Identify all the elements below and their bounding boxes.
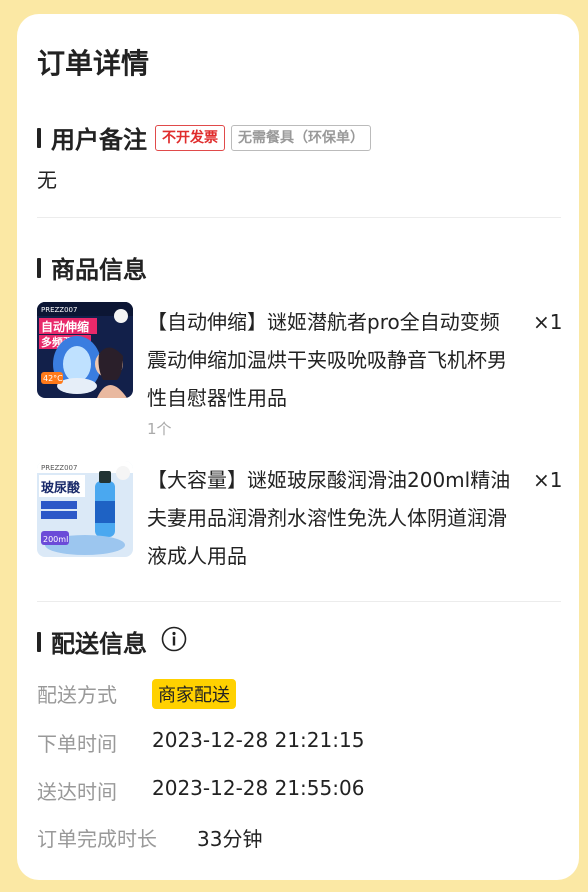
delivery-title: 配送信息 bbox=[51, 630, 147, 658]
order-time-label: 下单时间 bbox=[37, 732, 117, 756]
product-unit: 1个 bbox=[147, 420, 172, 438]
section-marker bbox=[37, 631, 41, 652]
section-marker bbox=[37, 257, 41, 278]
delivery-section-title: 配送信息 bbox=[37, 624, 147, 659]
product-image-badge: 42°C bbox=[43, 374, 63, 383]
product-image-headline: 自动伸缩 bbox=[41, 319, 89, 334]
product-quantity: ×1 bbox=[533, 468, 563, 492]
no-invoice-tag: 不开发票 bbox=[155, 124, 225, 151]
remark-title: 用户备注 bbox=[51, 126, 147, 154]
product-image[interactable]: PREZZ007 玻尿酸 200ml bbox=[37, 461, 133, 557]
order-time-value: 2023-12-28 21:21:15 bbox=[152, 728, 365, 752]
remark-text: 无 bbox=[37, 168, 57, 192]
products-section-title: 商品信息 bbox=[37, 250, 147, 285]
product-image-badge: 200ml bbox=[43, 535, 68, 544]
info-icon[interactable] bbox=[161, 626, 187, 652]
page-title: 订单详情 bbox=[37, 47, 150, 80]
completion-duration-value: 33分钟 bbox=[197, 827, 263, 851]
product-image-headline: 玻尿酸 bbox=[41, 480, 81, 496]
delivery-method-badge: 商家配送 bbox=[152, 679, 236, 709]
order-detail-card: 订单详情 用户备注 不开发票 无需餐具（环保单） 无 商品信息 PREZZ007… bbox=[17, 14, 579, 880]
product-quantity: ×1 bbox=[533, 310, 563, 334]
section-marker bbox=[37, 127, 41, 148]
remark-section-title: 用户备注 不开发票 无需餐具（环保单） bbox=[37, 120, 371, 155]
product-image-brand: PREZZ007 bbox=[41, 306, 77, 314]
delivery-method-label: 配送方式 bbox=[37, 683, 117, 707]
no-cutlery-tag: 无需餐具（环保单） bbox=[231, 124, 371, 151]
divider bbox=[37, 601, 561, 602]
product-name[interactable]: 【大容量】谜姬玻尿酸润滑油200ml精油夫妻用品润滑剂水溶性免洗人体阴道润滑液成… bbox=[147, 461, 519, 575]
product-image[interactable]: PREZZ007 自动伸缩 多频强 42°C bbox=[37, 302, 133, 398]
completion-duration-label: 订单完成时长 bbox=[37, 827, 157, 851]
product-name[interactable]: 【自动伸缩】谜姬潜航者pro全自动变频震动伸缩加温烘干夹吸吮吸静音飞机杯男性自慰… bbox=[147, 303, 519, 417]
divider bbox=[37, 217, 561, 218]
products-title: 商品信息 bbox=[51, 256, 147, 284]
product-image-brand: PREZZ007 bbox=[41, 464, 77, 472]
delivered-time-label: 送达时间 bbox=[37, 780, 117, 804]
delivered-time-value: 2023-12-28 21:55:06 bbox=[152, 776, 365, 800]
